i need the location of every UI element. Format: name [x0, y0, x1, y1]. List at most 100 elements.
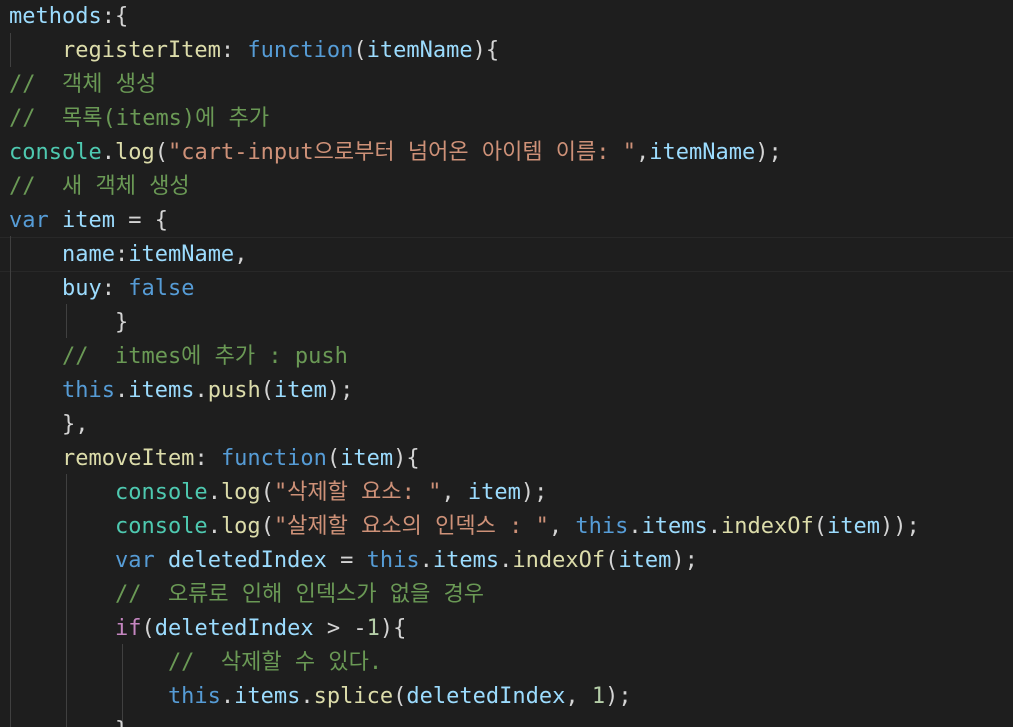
code-token: function	[220, 446, 327, 471]
code-line[interactable]: console.log("cart-input으로부터 넘어온 아이템 이름: …	[9, 136, 1013, 170]
code-line[interactable]: registerItem: function(itemName){	[9, 34, 1013, 68]
code-line[interactable]: // 오류로 인해 인덱스가 없을 경우	[9, 578, 1013, 612]
code-token: .	[114, 378, 129, 403]
code-token: items	[432, 548, 500, 573]
code-token: },	[9, 412, 89, 437]
code-token: .	[628, 514, 642, 539]
code-token: ){	[393, 446, 420, 471]
code-token: this	[9, 684, 221, 709]
code-token: item	[273, 378, 327, 403]
code-token: ,	[234, 242, 248, 267]
code-token: // 오류로 인해 인덱스가 없을 경우	[9, 582, 485, 607]
code-token: :	[114, 242, 129, 267]
code-line[interactable]: console.log("살제할 요소의 인덱스 : ", this.items…	[9, 510, 1013, 544]
code-token: "살제할 요소의 인덱스 : "	[273, 514, 549, 539]
code-token: itemName	[649, 140, 756, 165]
code-line[interactable]: buy: false	[9, 272, 1013, 306]
code-token: (	[141, 616, 155, 641]
code-token: if	[9, 616, 142, 641]
code-line[interactable]: removeItem: function(item){	[9, 442, 1013, 476]
code-line[interactable]: // 삭제할 수 있다.	[9, 646, 1013, 680]
code-token: ,	[441, 480, 468, 505]
code-token: :{	[101, 4, 129, 29]
code-token: false	[128, 276, 195, 301]
code-token: .	[419, 548, 433, 573]
code-line[interactable]: var item = {	[9, 204, 1013, 238]
code-token: );	[520, 480, 548, 505]
code-line[interactable]: // 객체 생성	[9, 68, 1013, 102]
code-token: :	[220, 38, 248, 63]
code-line[interactable]: methods:{	[9, 0, 1013, 34]
code-token: console	[9, 514, 208, 539]
code-token: item	[618, 548, 672, 573]
code-token: .	[194, 378, 208, 403]
code-token: ){	[472, 38, 500, 63]
code-line[interactable]: var deletedIndex = this.items.indexOf(it…	[9, 544, 1013, 578]
code-token: (	[605, 548, 619, 573]
code-line[interactable]: // 목록(items)에 추가	[9, 102, 1013, 136]
code-token: ,	[565, 684, 592, 709]
code-token: // 새 객체 생성	[9, 174, 190, 199]
code-token: log	[220, 514, 261, 539]
code-token: items	[234, 684, 301, 709]
code-token: > -	[313, 616, 367, 641]
code-token: methods	[9, 4, 102, 29]
code-token: }	[9, 310, 129, 335]
code-token: }	[9, 718, 128, 727]
code-token: );	[605, 684, 632, 709]
code-token: this	[575, 514, 629, 539]
code-token: // 목록(items)에 추가	[9, 106, 270, 131]
code-token: 1	[366, 616, 380, 641]
code-token: ){	[379, 616, 407, 641]
code-line[interactable]: // itmes에 추가 : push	[9, 340, 1013, 374]
code-token: ,	[636, 140, 650, 165]
code-token: .	[207, 480, 221, 505]
code-token: :	[101, 276, 129, 301]
code-token: );	[671, 548, 698, 573]
code-line[interactable]: // 새 객체 생성	[9, 170, 1013, 204]
code-token: var	[9, 548, 155, 573]
code-token: "cart-input으로부터 넘어온 아이템 이름: "	[167, 140, 637, 165]
code-token: deletedIndex	[406, 684, 566, 709]
code-token: = {	[114, 208, 168, 233]
code-token: (	[260, 514, 274, 539]
code-token: indexOf	[721, 514, 814, 539]
code-line[interactable]: this.items.splice(deletedIndex, 1);	[9, 680, 1013, 714]
code-token: item	[62, 208, 115, 233]
code-line[interactable]: },	[9, 408, 1013, 442]
code-token: // itmes에 추가 : push	[9, 344, 348, 369]
code-token: log	[114, 140, 155, 165]
code-line[interactable]: if(deletedIndex > -1){	[9, 612, 1013, 646]
code-token: (	[353, 38, 367, 63]
code-token: .	[220, 684, 235, 709]
code-token: push	[207, 378, 261, 403]
code-token: name	[9, 242, 115, 267]
code-token: (	[154, 140, 168, 165]
code-token: buy	[9, 276, 102, 301]
code-token: items	[128, 378, 195, 403]
code-line[interactable]: console.log("삭제할 요소: ", item);	[9, 476, 1013, 510]
code-token: 1	[591, 684, 606, 709]
code-editor[interactable]: methods:{ registerItem: function(itemNam…	[0, 0, 1013, 727]
code-line[interactable]: }	[9, 306, 1013, 340]
code-token: deletedIndex	[154, 616, 314, 641]
code-line[interactable]: this.items.push(item);	[9, 374, 1013, 408]
code-token: indexOf	[512, 548, 606, 573]
code-token: ,	[548, 514, 576, 539]
code-token: (	[326, 446, 341, 471]
code-token: ));	[880, 514, 920, 539]
code-token: .	[207, 514, 221, 539]
code-token: (	[393, 684, 407, 709]
code-token: "삭제할 요소: "	[273, 480, 442, 505]
code-line[interactable]: }	[9, 714, 1013, 727]
code-token: console	[9, 140, 102, 165]
code-token: this	[9, 378, 115, 403]
code-line[interactable]: name:itemName,	[9, 238, 1013, 272]
code-token: removeItem	[9, 446, 195, 471]
code-token: items	[641, 514, 708, 539]
code-token: // 삭제할 수 있다.	[9, 650, 383, 675]
code-token: =	[326, 548, 367, 573]
code-token: (	[813, 514, 828, 539]
code-token: );	[326, 378, 354, 403]
code-token: deletedIndex	[167, 548, 327, 573]
